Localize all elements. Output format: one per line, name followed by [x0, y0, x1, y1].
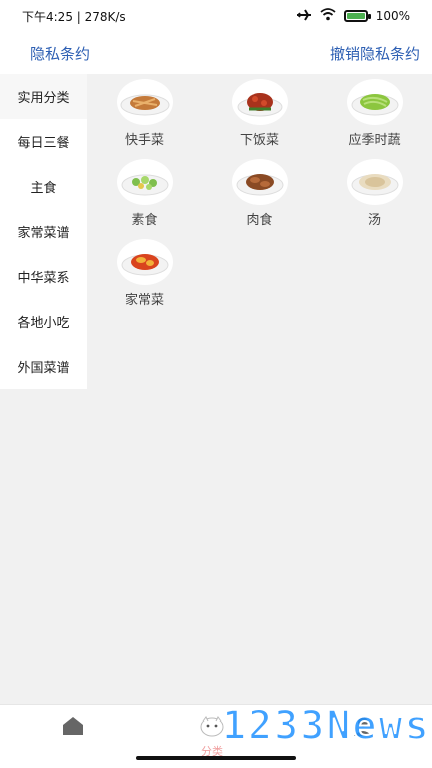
- top-nav: 隐私条约 撤销隐私条约: [0, 32, 432, 74]
- dish-label: 肉食: [246, 213, 273, 228]
- status-bar: 下午4:25 | 278K/s 100%: [0, 0, 432, 32]
- revoke-privacy-policy-link[interactable]: 撤销隐私条约: [330, 43, 420, 64]
- sidebar-item-staple[interactable]: 主食: [0, 164, 87, 209]
- battery-icon: [343, 10, 371, 22]
- sidebar-item-label: 外国菜谱: [17, 361, 70, 376]
- dish-soup[interactable]: 汤: [317, 159, 432, 239]
- sidebar-item-local-snacks[interactable]: 各地小吃: [0, 299, 87, 344]
- dish-meat-icon: [231, 159, 288, 205]
- dish-home-style-icon: [116, 239, 173, 285]
- dish-home-style[interactable]: 家常菜: [87, 239, 202, 319]
- dish-meat[interactable]: 肉食: [202, 159, 317, 239]
- dish-label: 下饭菜: [239, 133, 279, 148]
- airplane-icon: [296, 8, 312, 25]
- sidebar-item-practical[interactable]: 实用分类: [0, 74, 87, 119]
- dish-seasonal-veg-icon: [346, 79, 403, 125]
- home-indicator[interactable]: [136, 756, 296, 760]
- dish-seasonal-veg[interactable]: 应季时蔬: [317, 79, 432, 159]
- dish-vegetarian[interactable]: 素食: [87, 159, 202, 239]
- category-sidebar: 实用分类 每日三餐 主食 家常菜谱 中华菜系 各地小吃 外国菜谱: [0, 74, 87, 704]
- dish-rice-companion-icon: [231, 79, 288, 125]
- dish-label: 应季时蔬: [348, 133, 401, 148]
- dish-label: 汤: [367, 213, 381, 228]
- dish-label: 素食: [131, 213, 158, 228]
- dish-soup-icon: [346, 159, 403, 205]
- watermark-text: 1233News: [221, 702, 431, 750]
- sidebar-item-chinese-cuisine[interactable]: 中华菜系: [0, 254, 87, 299]
- dish-grid: 快手菜 下饭菜 应季时蔬 素食 肉食 汤 家常菜: [87, 74, 432, 704]
- tab-home[interactable]: [61, 715, 85, 741]
- sidebar-item-label: 每日三餐: [17, 136, 70, 151]
- privacy-policy-link[interactable]: 隐私条约: [30, 43, 90, 64]
- wifi-icon: [320, 8, 336, 24]
- sidebar-item-label: 主食: [30, 181, 57, 196]
- status-time-speed: 下午4:25 | 278K/s: [22, 9, 126, 24]
- dish-label: 快手菜: [124, 133, 164, 148]
- sidebar-item-label: 实用分类: [17, 91, 70, 106]
- battery-level: [346, 13, 365, 19]
- sidebar-item-label: 中华菜系: [17, 271, 70, 286]
- sidebar-item-foreign-recipes[interactable]: 外国菜谱: [0, 344, 87, 389]
- dish-label: 家常菜: [124, 293, 164, 308]
- content-area: 实用分类 每日三餐 主食 家常菜谱 中华菜系 各地小吃 外国菜谱 快手菜 下饭菜…: [0, 74, 432, 704]
- dish-rice-companion[interactable]: 下饭菜: [202, 79, 317, 159]
- home-icon: [61, 715, 85, 741]
- sidebar-item-daily-meals[interactable]: 每日三餐: [0, 119, 87, 164]
- dish-quick-icon: [116, 79, 173, 125]
- status-icons: 100%: [296, 8, 410, 25]
- battery-percent: 100%: [375, 9, 410, 23]
- dish-quick[interactable]: 快手菜: [87, 79, 202, 159]
- sidebar-item-label: 各地小吃: [17, 316, 70, 331]
- sidebar-fill: [0, 389, 87, 704]
- sidebar-item-home-recipes[interactable]: 家常菜谱: [0, 209, 87, 254]
- dish-vegetarian-icon: [116, 159, 173, 205]
- sidebar-item-label: 家常菜谱: [17, 226, 70, 241]
